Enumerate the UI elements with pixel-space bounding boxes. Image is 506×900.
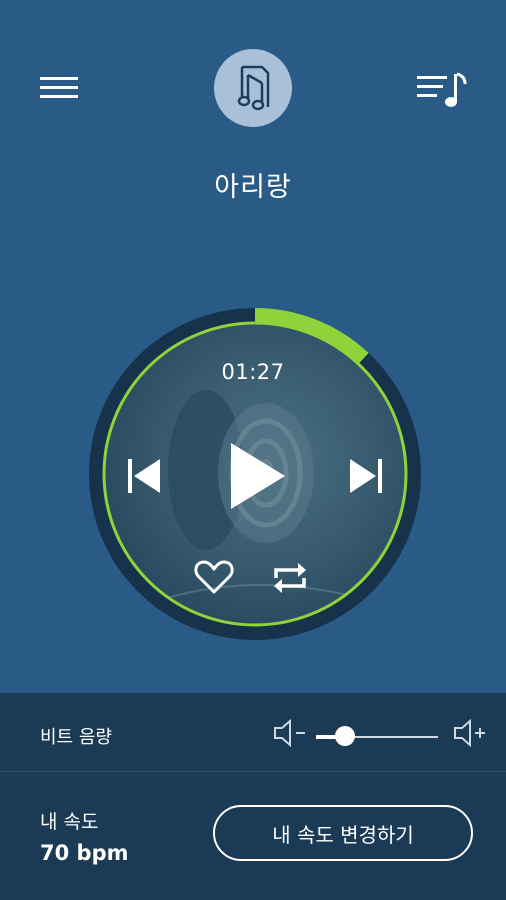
volume-down-icon <box>274 718 305 748</box>
my-speed-value: 70 bpm <box>40 841 129 865</box>
skip-previous-icon <box>128 459 160 493</box>
repeat-button[interactable] <box>270 558 310 602</box>
song-title: 아리랑 <box>214 172 292 203</box>
top-bar: 아리랑 <box>0 0 506 203</box>
playlist-button[interactable] <box>413 68 471 110</box>
skip-next-icon <box>350 459 382 493</box>
volume-up-button[interactable] <box>452 718 488 748</box>
album-art-button[interactable] <box>214 49 292 127</box>
next-button[interactable] <box>346 456 386 500</box>
my-speed-label: 내 속도 <box>40 811 99 833</box>
play-icon <box>231 443 285 509</box>
bottom-panel: 비트 음량 내 속도 70 bpm 내 속도 변경하기 <box>0 693 506 900</box>
beat-volume-row: 비트 음량 <box>0 693 506 772</box>
beat-volume-slider-thumb[interactable] <box>335 726 356 746</box>
heart-icon <box>194 560 234 594</box>
menu-button[interactable] <box>38 72 82 104</box>
change-speed-button[interactable]: 내 속도 변경하기 <box>213 805 473 861</box>
elapsed-time: 01:27 <box>221 360 285 384</box>
favorite-button[interactable] <box>193 558 235 600</box>
playlist-icon <box>417 72 467 107</box>
play-button[interactable] <box>225 439 289 517</box>
volume-up-icon <box>454 718 485 748</box>
volume-down-button[interactable] <box>272 718 308 748</box>
previous-button[interactable] <box>124 456 164 500</box>
hamburger-menu-icon <box>40 77 78 98</box>
music-file-icon <box>237 65 270 111</box>
repeat-icon <box>274 563 306 593</box>
beat-volume-label: 비트 음량 <box>40 727 112 748</box>
